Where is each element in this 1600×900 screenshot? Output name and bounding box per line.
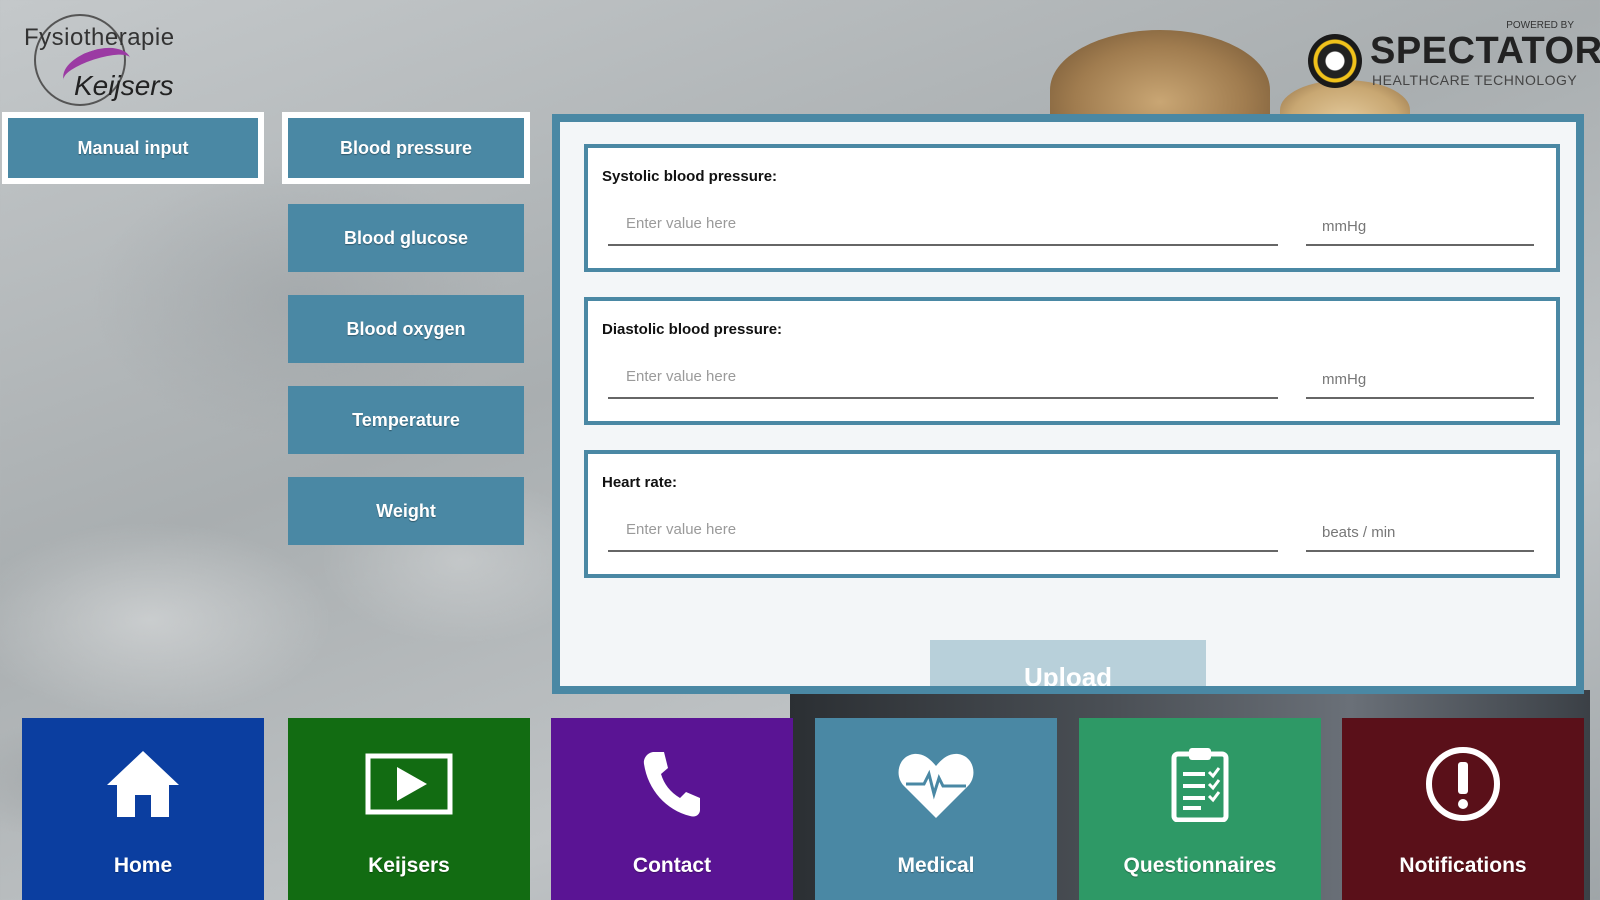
nav-contact-label: Contact bbox=[632, 854, 712, 877]
heart-rate-label: Heart rate: bbox=[602, 474, 678, 491]
nav-notifications-label: Notifications bbox=[1399, 854, 1527, 877]
heart-rate-input[interactable] bbox=[608, 508, 1278, 550]
clipboard-icon bbox=[1171, 742, 1229, 826]
clinic-logo: Fysiotherapie Keijsers bbox=[22, 12, 202, 107]
temperature-button[interactable]: Temperature bbox=[288, 386, 524, 454]
nav-medical[interactable]: Medical bbox=[815, 718, 1057, 900]
sponsor-name: SPECTATOR bbox=[1370, 30, 1600, 72]
blood-pressure-button[interactable]: Blood pressure bbox=[282, 112, 530, 184]
nav-notifications[interactable]: Notifications bbox=[1342, 718, 1584, 900]
systolic-unit: mmHg bbox=[1306, 202, 1534, 246]
sponsor-logo: POWERED BY SPECTATOR HEALTHCARE TECHNOLO… bbox=[1300, 20, 1600, 90]
nav-questionnaires[interactable]: Questionnaires bbox=[1079, 718, 1321, 900]
systolic-label: Systolic blood pressure: bbox=[602, 168, 778, 185]
nav-keijsers-label: Keijsers bbox=[368, 854, 450, 877]
systolic-field-card: Systolic blood pressure: mmHg bbox=[584, 144, 1560, 272]
heart-pulse-icon bbox=[896, 742, 976, 826]
heart-rate-unit: beats / min bbox=[1306, 508, 1534, 552]
manual-input-form: Systolic blood pressure: mmHg Diastolic … bbox=[552, 114, 1584, 694]
diastolic-field-card: Diastolic blood pressure: mmHg bbox=[584, 297, 1560, 425]
nav-home-label: Home bbox=[113, 854, 173, 877]
weight-button[interactable]: Weight bbox=[288, 477, 524, 545]
diastolic-input-wrapper bbox=[608, 355, 1278, 399]
alert-icon bbox=[1425, 742, 1501, 826]
manual-input-button[interactable]: Manual input bbox=[2, 112, 264, 184]
nav-medical-label: Medical bbox=[897, 854, 975, 877]
phone-icon bbox=[640, 742, 704, 826]
systolic-input-wrapper bbox=[608, 202, 1278, 246]
diastolic-input[interactable] bbox=[608, 355, 1278, 397]
nav-contact[interactable]: Contact bbox=[551, 718, 793, 900]
sponsor-tagline: HEALTHCARE TECHNOLOGY bbox=[1372, 72, 1578, 88]
heart-rate-input-wrapper bbox=[608, 508, 1278, 552]
blood-oxygen-button[interactable]: Blood oxygen bbox=[288, 295, 524, 363]
nav-keijsers[interactable]: Keijsers bbox=[288, 718, 530, 900]
diastolic-label: Diastolic blood pressure: bbox=[602, 321, 783, 338]
systolic-input[interactable] bbox=[608, 202, 1278, 244]
play-icon bbox=[365, 742, 453, 826]
upload-button[interactable]: Upload bbox=[930, 640, 1206, 686]
logo-text-line1: Fysiotherapie bbox=[24, 24, 175, 51]
heart-rate-field-card: Heart rate: beats / min bbox=[584, 450, 1560, 578]
home-icon bbox=[105, 742, 181, 826]
diastolic-unit: mmHg bbox=[1306, 355, 1534, 399]
blood-glucose-button[interactable]: Blood glucose bbox=[288, 204, 524, 272]
nav-questionnaires-label: Questionnaires bbox=[1123, 854, 1277, 877]
spectator-eye-icon bbox=[1308, 34, 1362, 88]
nav-home[interactable]: Home bbox=[22, 718, 264, 900]
logo-text-line2: Keijsers bbox=[74, 70, 174, 101]
